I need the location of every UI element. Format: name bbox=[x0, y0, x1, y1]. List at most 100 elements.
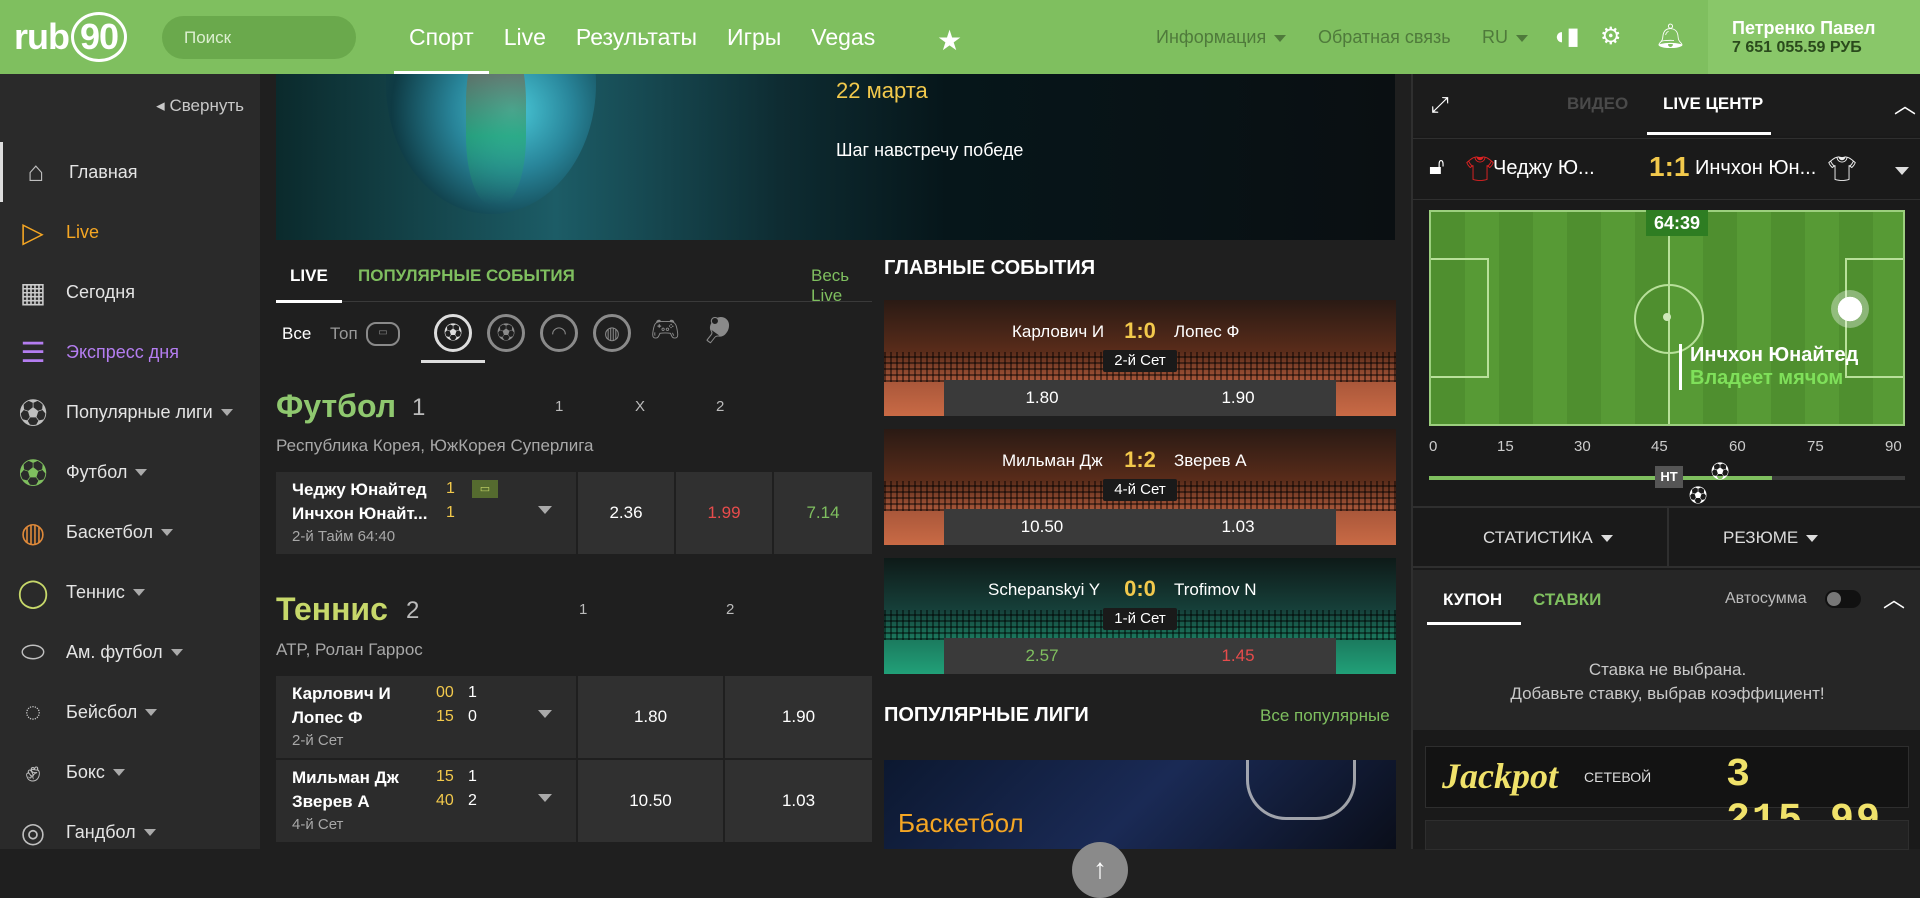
event-card[interactable]: Мильман Дж 1:2 Зверев А 4-й Сет 10.50 1.… bbox=[884, 429, 1396, 545]
odd-1[interactable]: 10.50 bbox=[576, 760, 723, 842]
tab-bets[interactable]: СТАВКИ bbox=[1533, 590, 1601, 610]
tab-popular-events[interactable]: ПОПУЛЯРНЫЕ СОБЫТИЯ bbox=[358, 256, 575, 302]
odd-2[interactable]: 1.90 bbox=[723, 676, 872, 758]
language-select[interactable]: RU bbox=[1482, 0, 1528, 74]
search-input[interactable] bbox=[162, 16, 356, 59]
odd-2[interactable]: 7.14 bbox=[772, 472, 872, 554]
sidebar-item-today[interactable]: ▦ Сегодня bbox=[0, 262, 260, 322]
football-icon[interactable]: ⚽︎ bbox=[487, 314, 525, 352]
gear-icon[interactable]: ⚙ bbox=[1600, 22, 1622, 51]
sidebar-item-basketball[interactable]: ◍ Баскетбол bbox=[0, 502, 260, 562]
autosum-toggle[interactable] bbox=[1825, 590, 1861, 608]
expand-icon[interactable]: ⤢ bbox=[1431, 92, 1449, 118]
halftime-marker: HT bbox=[1655, 466, 1683, 488]
game-away: 40 bbox=[436, 792, 454, 809]
sidebar-item-popular-leagues[interactable]: ⚽︎ Популярные лиги bbox=[0, 382, 260, 442]
odd-2[interactable]: 1.03 bbox=[723, 760, 872, 842]
table-tennis-icon[interactable]: 🏓︎ bbox=[699, 314, 737, 352]
chevron-down-icon[interactable] bbox=[538, 506, 552, 514]
live-match-selector[interactable]: 🔓︎ 👕︎ Чеджу Ю... 1:1 Инчхон Юн... 👕︎ bbox=[1413, 138, 1920, 200]
sidebar-item-boxing[interactable]: ✊︎ Бокс bbox=[0, 742, 260, 802]
match-row[interactable]: Чеджу Юнайтед Инчхон Юнайт... 1 1 ▭ 2-й … bbox=[276, 472, 872, 554]
chevron-down-icon[interactable] bbox=[538, 710, 552, 718]
league-card-title: Баскетбол bbox=[898, 808, 1024, 838]
odd-x[interactable]: 1.99 bbox=[674, 472, 772, 554]
all-live-link[interactable]: Весь Live bbox=[811, 266, 872, 306]
promo-card[interactable] bbox=[1425, 820, 1909, 850]
sidebar-item-baseball[interactable]: ◌ Бейсбол bbox=[0, 682, 260, 742]
jackpot-widget[interactable]: Jackpot СЕТЕВОЙ 3 215.99 bbox=[1425, 746, 1909, 843]
nav-live[interactable]: Live bbox=[489, 0, 561, 74]
info-menu[interactable]: Информация bbox=[1156, 0, 1287, 74]
tab-video[interactable]: ВИДЕО bbox=[1567, 94, 1628, 114]
sidebar-item-handball[interactable]: ◎ Гандбол bbox=[0, 802, 260, 862]
team-home: Чеджу Ю... bbox=[1493, 157, 1595, 179]
favorites-star-icon[interactable]: ★ bbox=[937, 24, 962, 57]
sidebar-item-american-football[interactable]: ⬭ Ам. футбол bbox=[0, 622, 260, 682]
empty-coupon-hint: Добавьте ставку, выбрав коэффициент! bbox=[1510, 684, 1825, 703]
filter-all[interactable]: Все bbox=[282, 324, 311, 344]
sidebar-item-tennis[interactable]: ◯ Теннис bbox=[0, 562, 260, 622]
chevron-up-icon[interactable]: ︿ bbox=[1894, 88, 1916, 120]
odd-1[interactable]: 1.80 bbox=[944, 380, 1140, 416]
odd-2[interactable]: 1.90 bbox=[1140, 380, 1336, 416]
sidebar: ◂ Свернуть ⌂ Главная ▷ Live ▦ Сегодня ☰ Эксп… bbox=[0, 74, 260, 849]
event-card[interactable]: Schepanskyi Y 0:0 Trofimov N 1-й Сет 2.5… bbox=[884, 558, 1396, 674]
sport-title: Теннис bbox=[276, 591, 388, 627]
nav-vegas[interactable]: Vegas bbox=[796, 0, 890, 74]
match-row[interactable]: Карлович И Лопес Ф 00 15 1 0 2-й Сет 1.8… bbox=[276, 676, 872, 758]
esports-gamepad-icon[interactable]: 🎮︎ bbox=[646, 314, 684, 352]
chevron-down-icon bbox=[170, 648, 183, 656]
video-filter-icon[interactable]: ▭ bbox=[366, 322, 400, 346]
odd-1[interactable]: 2.36 bbox=[576, 472, 674, 554]
game-home: 00 bbox=[436, 684, 454, 701]
timeline-tick: 75 bbox=[1807, 438, 1824, 455]
feedback-link[interactable]: Обратная связь bbox=[1318, 0, 1451, 74]
odd-1[interactable]: 10.50 bbox=[944, 509, 1140, 545]
sidebar-item-express[interactable]: ☰ Экспресс дня bbox=[0, 322, 260, 382]
bell-icon[interactable]: 🔔︎ bbox=[1655, 22, 1685, 51]
logo[interactable]: rub 90 bbox=[14, 12, 127, 62]
basketball-icon[interactable]: ◍ bbox=[593, 314, 631, 352]
scroll-top-button[interactable]: ↑ bbox=[1072, 842, 1128, 898]
nav-games[interactable]: Игры bbox=[712, 0, 796, 74]
collapse-button[interactable]: ◂ Свернуть bbox=[156, 96, 244, 116]
all-sports-icon[interactable]: ⚽︎ bbox=[434, 314, 472, 352]
tab-coupon[interactable]: КУПОН bbox=[1443, 590, 1502, 610]
tab-live-center[interactable]: LIVE ЦЕНТР bbox=[1663, 94, 1763, 114]
chevron-down-icon[interactable] bbox=[1895, 167, 1909, 175]
match-row[interactable]: Мильман Дж Зверев А 15 40 1 2 4-й Сет 10… bbox=[276, 760, 872, 842]
promo-banner[interactable]: 22 марта Шаг навстречу победе bbox=[276, 74, 1395, 240]
penalty-area-left bbox=[1431, 258, 1489, 378]
resume-button[interactable]: РЕЗЮМЕ bbox=[1723, 528, 1819, 548]
sound-icon[interactable]: ◖▮ bbox=[1552, 22, 1580, 51]
odd-1[interactable]: 1.80 bbox=[576, 676, 723, 758]
basketball-hoop-image bbox=[1246, 760, 1356, 820]
odd-1[interactable]: 2.57 bbox=[944, 638, 1140, 674]
collapse-label: Свернуть bbox=[169, 96, 244, 115]
tennis-icon[interactable]: ◠ bbox=[540, 314, 578, 352]
chevron-up-icon[interactable]: ︿ bbox=[1883, 582, 1905, 614]
league-card-basketball[interactable]: Баскетбол bbox=[884, 760, 1396, 849]
unlock-icon[interactable]: 🔓︎ bbox=[1429, 153, 1445, 181]
chevron-down-icon[interactable] bbox=[538, 794, 552, 802]
tab-live[interactable]: LIVE bbox=[276, 256, 342, 303]
sidebar-item-live[interactable]: ▷ Live bbox=[0, 202, 260, 262]
user-account[interactable]: Петренко Павел 7 651 055.59 РУБ bbox=[1708, 0, 1920, 74]
odd-2[interactable]: 1.45 bbox=[1140, 638, 1336, 674]
all-popular-link[interactable]: Все популярные bbox=[1260, 706, 1390, 726]
sport-title: Футбол bbox=[276, 388, 397, 424]
odd-2[interactable]: 1.03 bbox=[1140, 509, 1336, 545]
chevron-down-icon bbox=[132, 588, 145, 596]
event-card[interactable]: Карлович И 1:0 Лопес Ф 2-й Сет 1.80 1.90 bbox=[884, 300, 1396, 416]
boxing-icon: ✊︎ bbox=[25, 755, 41, 787]
player-2: Trofimov N bbox=[1174, 580, 1257, 599]
sidebar-item-football[interactable]: ⚽︎ Футбол bbox=[0, 442, 260, 502]
jackpot-logo: Jackpot bbox=[1442, 756, 1558, 796]
sidebar-item-label: Гандбол bbox=[66, 821, 136, 842]
nav-results[interactable]: Результаты bbox=[561, 0, 712, 74]
nav-sport[interactable]: Спорт bbox=[394, 0, 489, 74]
stats-button[interactable]: СТАТИСТИКА bbox=[1483, 528, 1613, 548]
filter-top[interactable]: Топ bbox=[330, 324, 358, 344]
sidebar-item-home[interactable]: ⌂ Главная bbox=[0, 142, 260, 202]
